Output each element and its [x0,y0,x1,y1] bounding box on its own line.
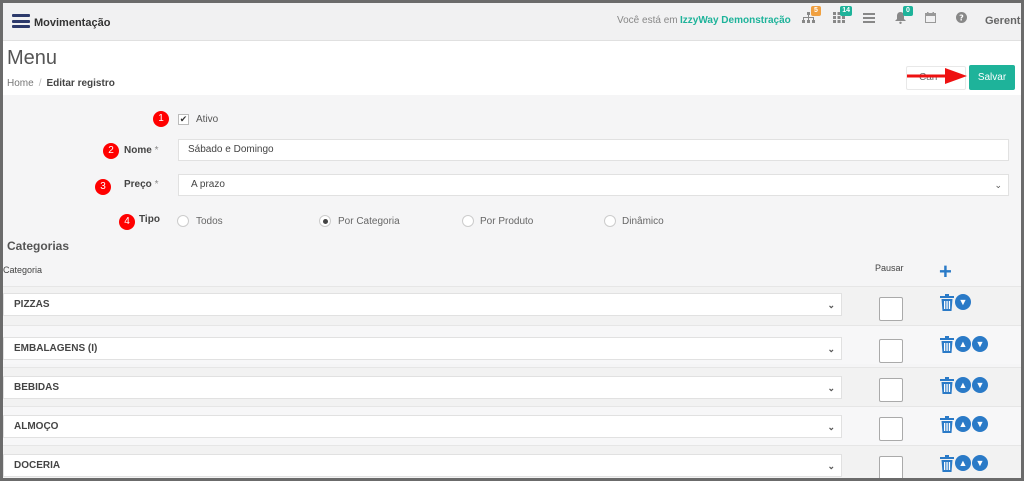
name-label-text: Nome [124,145,152,156]
move-down-icon[interactable]: ▼ [972,416,988,432]
active-checkbox[interactable]: ✔ [178,114,189,125]
type-radio-por-categoria[interactable] [319,215,331,227]
grid-icon[interactable]: 14 [831,6,852,28]
type-option-dinamico[interactable]: Dinâmico [622,216,664,227]
price-label-text: Preço [124,179,152,190]
step-marker-3: 3 [95,179,111,195]
active-label: Ativo [196,114,219,125]
move-up-icon[interactable]: ▲ [955,336,971,352]
bell-icon[interactable]: 0 [892,6,913,28]
page-header: Menu Home/Editar registro Can Salvar [3,41,1021,95]
category-select[interactable]: BEBIDAS ⌄ [3,376,842,399]
badge-count: 5 [811,6,821,16]
add-category-button[interactable]: + [939,261,952,283]
name-input[interactable]: Sábado e Domingo [178,139,1009,161]
trash-icon[interactable] [940,454,954,472]
category-name: DOCERIA [14,460,61,471]
required-mark: * [154,179,159,190]
breadcrumb-separator: / [38,78,42,89]
trash-icon[interactable] [940,293,954,311]
chevron-down-icon: ⌄ [827,461,835,471]
calendar-icon[interactable] [922,12,938,28]
environment-name[interactable]: IzzyWay Demonstração [680,15,791,26]
svg-text:?: ? [959,13,964,22]
type-label: Tipo [139,214,160,225]
step-marker-4: 4 [119,214,135,230]
move-up-icon[interactable]: ▲ [955,377,971,393]
row-actions: ▲ ▼ [940,415,988,433]
chevron-down-icon: ⌄ [827,422,835,432]
price-select-value: A prazo [191,179,225,190]
badge-count: 14 [840,6,852,16]
step-marker-1: 1 [153,111,169,127]
move-up-icon[interactable]: ▲ [955,455,971,471]
annotation-arrow-icon [907,68,967,84]
chevron-down-icon: ⌄ [827,300,835,310]
trash-icon[interactable] [940,376,954,394]
category-name: BEBIDAS [14,382,60,393]
category-name: EMBALAGENS (I) [14,343,98,354]
list-icon[interactable] [861,12,877,28]
module-title: Movimentação [34,17,111,29]
move-down-icon[interactable]: ▼ [972,377,988,393]
save-button[interactable]: Salvar [969,65,1015,90]
categories-title: Categorias [7,239,70,253]
category-select[interactable]: EMBALAGENS (I) ⌄ [3,337,842,360]
app-frame: Movimentação Você está em : IzzyWay Demo… [3,3,1021,478]
trash-icon[interactable] [940,415,954,433]
required-mark: * [154,145,159,156]
type-option-por-categoria[interactable]: Por Categoria [338,216,400,227]
type-radio-todos[interactable] [177,215,189,227]
chevron-down-icon: ⌄ [827,344,835,354]
category-select[interactable]: DOCERIA ⌄ [3,454,842,477]
chevron-down-icon: ⌄ [827,383,835,393]
breadcrumb-home[interactable]: Home [7,78,34,89]
sitemap-icon[interactable]: 5 [800,6,821,28]
user-menu[interactable]: Gerente [985,15,1021,27]
row-actions: ▲ ▼ [940,376,988,394]
trash-icon[interactable] [940,335,954,353]
help-icon[interactable]: ? [953,12,969,28]
price-select[interactable]: A prazo ⌄ [178,174,1009,196]
badge-count: 0 [903,6,913,16]
pause-checkbox[interactable] [879,378,903,402]
category-row: PIZZAS ⌄ ▼ [3,286,1021,325]
pause-checkbox[interactable] [879,297,903,321]
move-down-icon[interactable]: ▼ [972,455,988,471]
type-option-todos[interactable]: Todos [196,216,223,227]
category-select[interactable]: PIZZAS ⌄ [3,293,842,316]
pause-checkbox[interactable] [879,339,903,363]
move-down-icon[interactable]: ▼ [955,294,971,310]
row-actions: ▲ ▼ [940,335,988,353]
column-header-category: Categoria [3,265,43,275]
page-title: Menu [7,47,58,69]
category-row: ALMOÇO ⌄ ▲ ▼ [3,406,1021,445]
category-name: PIZZAS [14,299,50,310]
type-radio-por-produto[interactable] [462,215,474,227]
move-down-icon[interactable]: ▼ [972,336,988,352]
type-option-por-produto[interactable]: Por Produto [480,216,533,227]
hamburger-menu-icon[interactable] [12,14,30,28]
move-up-icon[interactable]: ▲ [955,416,971,432]
chevron-down-icon: ⌄ [994,180,1002,190]
row-actions: ▲ ▼ [940,454,988,472]
step-marker-2: 2 [103,143,119,159]
category-row: EMBALAGENS (I) ⌄ ▲ ▼ [3,325,1021,364]
pause-checkbox[interactable] [879,417,903,441]
environment-label: Você está em : [617,15,684,26]
type-radio-dinamico[interactable] [604,215,616,227]
category-row: DOCERIA ⌄ ▲ ▼ [3,445,1021,478]
category-row: BEBIDAS ⌄ ▲ ▼ [3,367,1021,406]
name-label: Nome * [124,145,158,156]
row-actions: ▼ [940,293,971,311]
price-label: Preço * [124,179,158,190]
column-header-pause: Pausar [875,263,904,273]
pause-checkbox[interactable] [879,456,903,478]
category-name: ALMOÇO [14,421,59,432]
top-bar: Movimentação Você está em : IzzyWay Demo… [3,3,1021,41]
category-select[interactable]: ALMOÇO ⌄ [3,415,842,438]
breadcrumb-current: Editar registro [46,78,115,89]
breadcrumb: Home / Editar registro [7,78,115,89]
